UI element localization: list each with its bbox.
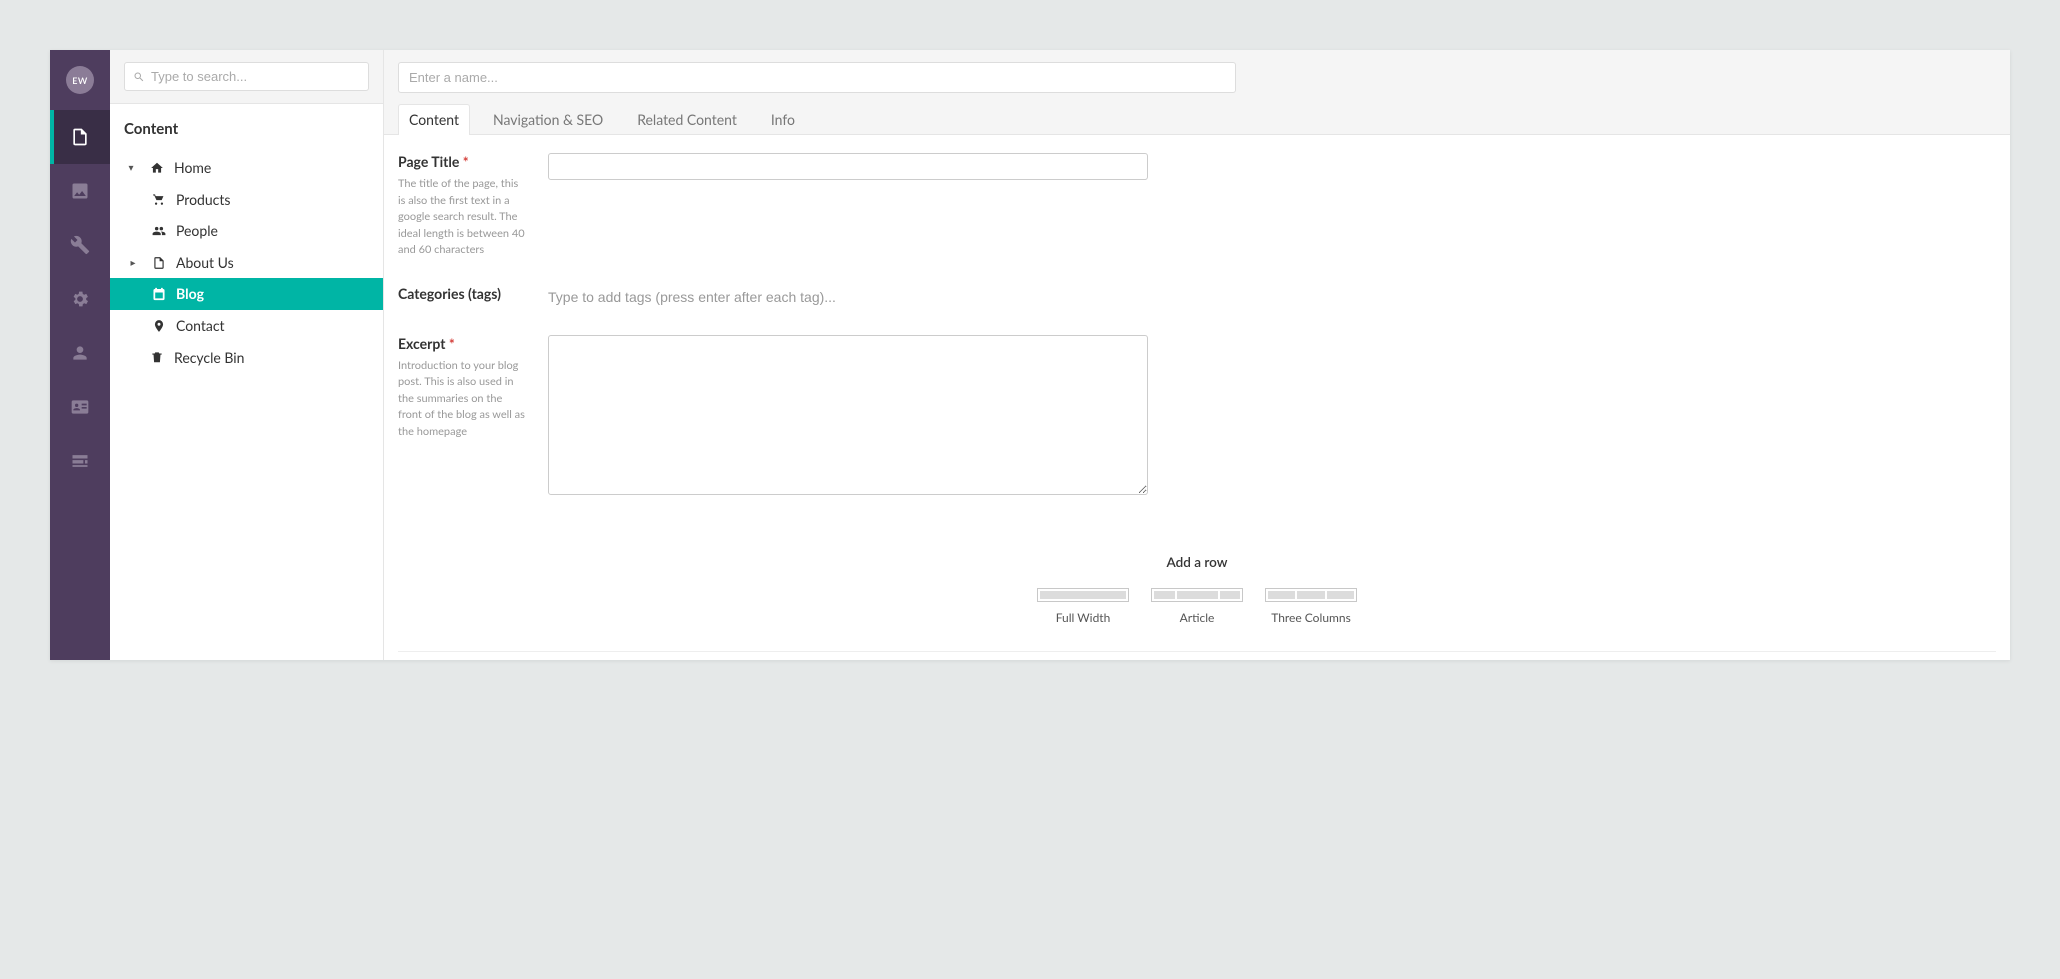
tab-related-content[interactable]: Related Content bbox=[626, 104, 748, 135]
tree-item-home[interactable]: ▾ Home bbox=[110, 152, 383, 184]
tree-item-label: Contact bbox=[176, 316, 373, 336]
layout-preview-icon bbox=[1265, 588, 1357, 602]
tabs: Content Navigation & SEO Related Content… bbox=[398, 103, 1996, 134]
gear-icon bbox=[70, 289, 90, 309]
tree-item-label: Recycle Bin bbox=[174, 348, 373, 368]
tree-item-products[interactable]: Products bbox=[110, 184, 383, 216]
chevron-right-icon[interactable]: ▸ bbox=[124, 256, 142, 270]
editor-panel: Content Navigation & SEO Related Content… bbox=[384, 50, 2010, 660]
tree-root: ▾ Home Products People bbox=[110, 152, 383, 373]
tree-item-label: Products bbox=[176, 190, 373, 210]
layout-preview-icon bbox=[1037, 588, 1129, 602]
nav-users[interactable] bbox=[50, 326, 110, 380]
field-excerpt: Excerpt * Introduction to your blog post… bbox=[398, 335, 1996, 498]
excerpt-textarea[interactable] bbox=[548, 335, 1148, 495]
search-input[interactable] bbox=[151, 69, 360, 84]
tree-item-label: About Us bbox=[176, 253, 373, 273]
layout-article[interactable]: Article bbox=[1151, 588, 1243, 625]
calendar-icon bbox=[150, 287, 168, 301]
field-help: The title of the page, this is also the … bbox=[398, 176, 528, 259]
layout-preview-icon bbox=[1151, 588, 1243, 602]
layout-name: Full Width bbox=[1037, 610, 1129, 625]
nav-sidebar: EW bbox=[50, 50, 110, 660]
node-name-input[interactable] bbox=[398, 62, 1236, 93]
layout-three-columns[interactable]: Three Columns bbox=[1265, 588, 1357, 625]
app-window: EW Content bbox=[50, 50, 2010, 660]
form-area: Page Title * The title of the page, this… bbox=[384, 135, 2010, 660]
layout-name: Three Columns bbox=[1265, 610, 1357, 625]
tree-item-label: Home bbox=[174, 158, 373, 178]
categories-input[interactable] bbox=[548, 285, 1996, 309]
map-pin-icon bbox=[150, 319, 168, 333]
field-label: Page Title * bbox=[398, 153, 469, 170]
home-icon bbox=[148, 161, 166, 175]
tree-section-title: Content bbox=[110, 104, 383, 152]
nav-forms[interactable] bbox=[50, 434, 110, 488]
nav-settings-wrench[interactable] bbox=[50, 218, 110, 272]
tree-item-label: Blog bbox=[176, 284, 373, 304]
content-tree-panel: Content ▾ Home Products bbox=[110, 50, 384, 660]
nav-media[interactable] bbox=[50, 164, 110, 218]
add-row-title: Add a row bbox=[398, 554, 1996, 570]
layout-name: Article bbox=[1151, 610, 1243, 625]
tree-item-blog[interactable]: Blog bbox=[110, 278, 383, 310]
divider bbox=[398, 651, 1996, 652]
field-page-title: Page Title * The title of the page, this… bbox=[398, 153, 1996, 259]
search-box[interactable] bbox=[124, 62, 369, 91]
user-avatar[interactable]: EW bbox=[66, 66, 94, 94]
wrench-icon bbox=[70, 235, 90, 255]
user-icon bbox=[70, 343, 90, 363]
field-label: Categories (tags) bbox=[398, 285, 501, 302]
field-help: Introduction to your blog post. This is … bbox=[398, 358, 528, 441]
people-icon bbox=[150, 224, 168, 238]
page-icon bbox=[150, 256, 168, 270]
nav-settings-gear[interactable] bbox=[50, 272, 110, 326]
row-layouts: Full Width Article Three Columns bbox=[398, 588, 1996, 625]
add-row-section: Add a row Full Width Article Three Colum… bbox=[398, 524, 1996, 661]
tab-info[interactable]: Info bbox=[760, 104, 806, 135]
tree-item-people[interactable]: People bbox=[110, 215, 383, 247]
editor-header: Content Navigation & SEO Related Content… bbox=[384, 50, 2010, 135]
required-marker: * bbox=[449, 335, 455, 352]
cart-icon bbox=[150, 192, 168, 206]
field-label: Excerpt * bbox=[398, 335, 455, 352]
tree-item-recycle-bin[interactable]: Recycle Bin bbox=[110, 342, 383, 374]
id-card-icon bbox=[70, 397, 90, 417]
chevron-down-icon[interactable]: ▾ bbox=[122, 161, 140, 175]
page-title-input[interactable] bbox=[548, 153, 1148, 180]
tab-navigation-seo[interactable]: Navigation & SEO bbox=[482, 104, 614, 135]
search-icon bbox=[133, 71, 145, 83]
avatar-wrap: EW bbox=[50, 50, 110, 110]
tree-header bbox=[110, 50, 383, 104]
required-marker: * bbox=[463, 153, 469, 170]
tree-item-label: People bbox=[176, 221, 373, 241]
nav-members[interactable] bbox=[50, 380, 110, 434]
field-categories: Categories (tags) bbox=[398, 285, 1996, 309]
tree-item-contact[interactable]: Contact bbox=[110, 310, 383, 342]
nav-content[interactable] bbox=[50, 110, 110, 164]
trash-icon bbox=[148, 350, 166, 364]
tree-item-about[interactable]: ▸ About Us bbox=[110, 247, 383, 279]
layout-full-width[interactable]: Full Width bbox=[1037, 588, 1129, 625]
tab-content[interactable]: Content bbox=[398, 104, 470, 135]
image-icon bbox=[70, 181, 90, 201]
document-icon bbox=[70, 127, 90, 147]
form-icon bbox=[70, 451, 90, 471]
